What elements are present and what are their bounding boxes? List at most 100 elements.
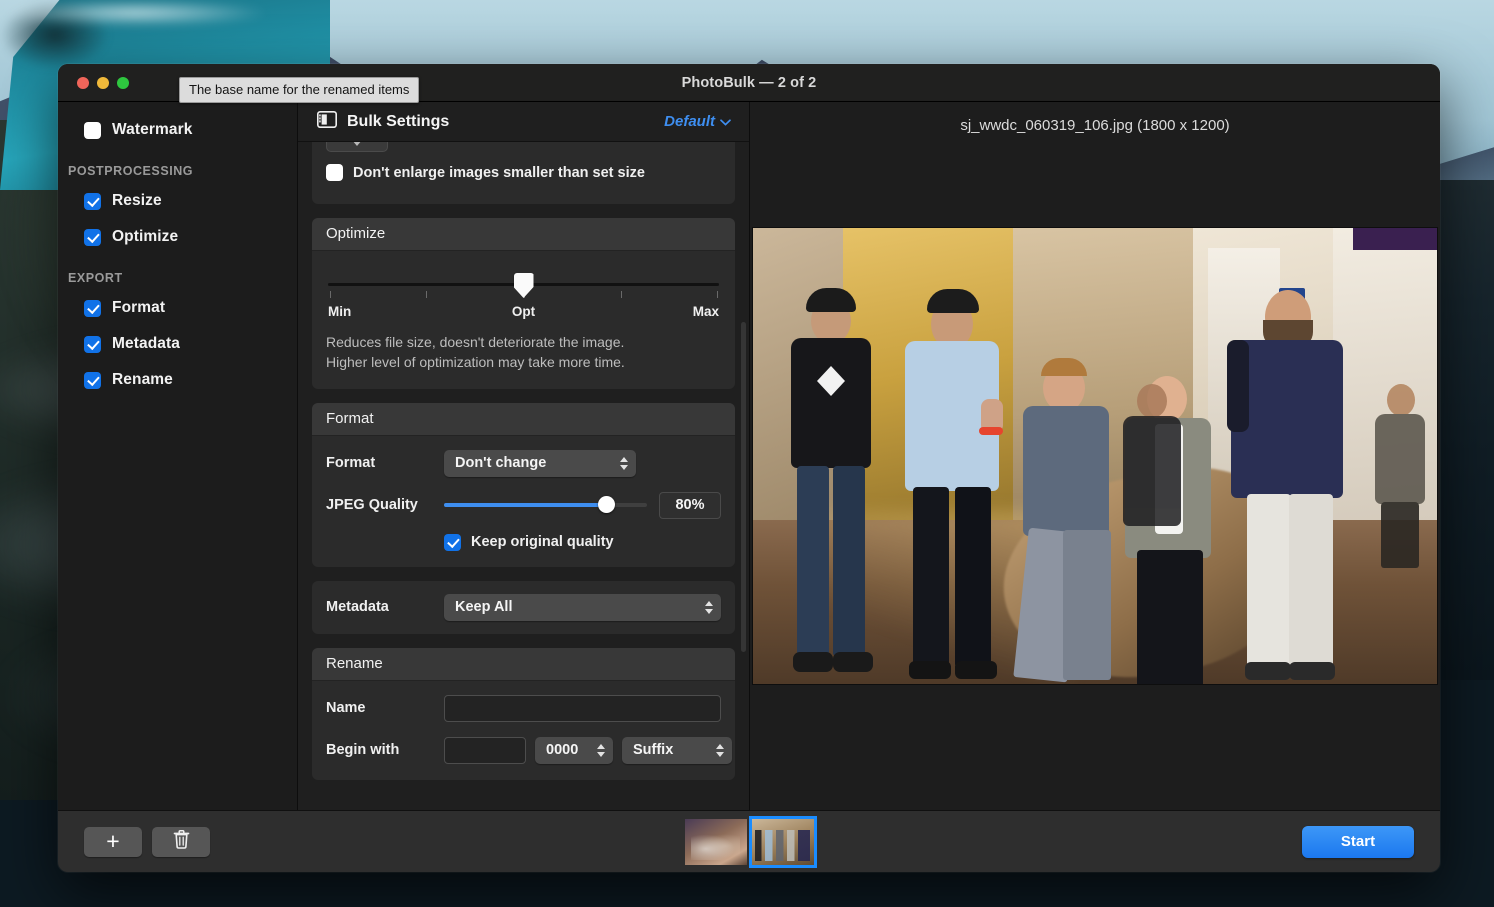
thumbnail-2[interactable]: [751, 818, 814, 865]
minimize-button[interactable]: [97, 76, 109, 89]
format-field-label: Format: [326, 455, 376, 472]
maximize-button[interactable]: [117, 76, 129, 89]
rename-name-tooltip: The base name for the renamed items: [179, 77, 420, 103]
sidebar-item-format[interactable]: Format: [58, 290, 297, 326]
preview-panel: sj_wwdc_060319_106.jpg (1800 x 1200): [750, 102, 1440, 810]
dont-enlarge-row[interactable]: Don't enlarge images smaller than set si…: [326, 164, 645, 181]
wallpaper-surf: [0, 0, 270, 26]
sidebar-item-watermark[interactable]: Watermark: [58, 112, 297, 148]
trash-icon: [173, 829, 190, 854]
jpeg-quality-row: JPEG Quality 80%: [326, 491, 721, 519]
bulk-settings-header: Bulk Settings Default: [298, 102, 749, 142]
close-button[interactable]: [77, 76, 89, 89]
rename-affix-select[interactable]: Suffix: [622, 736, 732, 764]
bulk-settings-icon: [317, 110, 337, 133]
preview-filename: sj_wwdc_060319_106.jpg (1800 x 1200): [960, 116, 1230, 134]
optimize-min-label: Min: [328, 304, 352, 319]
optimize-slider[interactable]: Min Opt Max: [328, 269, 719, 327]
metadata-select[interactable]: Keep All: [444, 593, 721, 621]
metadata-checkbox[interactable]: [84, 335, 101, 353]
preset-label: Default: [664, 113, 715, 130]
optimize-panel: Optimize Min Opt Max Reduces file size, …: [312, 218, 735, 389]
sidebar-item-rename[interactable]: Rename: [58, 362, 297, 398]
jpeg-quality-fill: [444, 503, 607, 508]
photobulk-window: PhotoBulk — 2 of 2 The base name for the…: [58, 64, 1440, 872]
watermark-checkbox[interactable]: [84, 121, 101, 139]
format-row: Format Don't change: [326, 449, 721, 477]
dont-enlarge-checkbox[interactable]: [326, 164, 343, 181]
sidebar-item-label: Watermark: [112, 121, 193, 138]
bottom-toolbar: + Start: [58, 810, 1440, 872]
metadata-panel: Metadata Keep All: [312, 580, 735, 634]
sidebar-item-label: Format: [112, 299, 166, 316]
window-controls: [58, 76, 129, 89]
optimize-panel-title: Optimize: [312, 218, 735, 251]
rename-counter-value: 0000: [546, 742, 579, 759]
jpeg-quality-label: JPEG Quality: [326, 497, 418, 514]
rename-begin-with-input[interactable]: [444, 736, 526, 764]
sidebar-group-export-header: EXPORT: [68, 271, 123, 285]
sidebar: Watermark POSTPROCESSING Resize Optimize…: [58, 102, 298, 810]
optimize-description-line-1: Reduces file size, doesn't deteriorate t…: [326, 334, 625, 350]
format-panel-title: Format: [312, 402, 735, 436]
sidebar-item-metadata[interactable]: Metadata: [58, 326, 297, 362]
jpeg-quality-slider[interactable]: [444, 496, 647, 514]
rename-counter-select[interactable]: 0000: [535, 736, 613, 764]
thumbnail-1[interactable]: [684, 818, 747, 865]
keep-original-quality-checkbox[interactable]: [444, 533, 461, 551]
sidebar-item-label: Resize: [112, 192, 162, 209]
optimize-opt-label: Opt: [511, 304, 536, 319]
rename-affix-value: Suffix: [633, 742, 674, 759]
optimize-checkbox[interactable]: [84, 228, 101, 246]
start-button[interactable]: Start: [1302, 825, 1414, 858]
bulk-settings-title: Bulk Settings: [347, 112, 450, 130]
bulk-settings-panel: Bulk Settings Default Don't enlarge imag…: [298, 102, 750, 810]
sidebar-group-postprocessing-header: POSTPROCESSING: [68, 164, 194, 178]
thumbnail-strip: [58, 811, 1440, 872]
plus-icon: +: [106, 828, 120, 854]
settings-scroll-area[interactable]: Don't enlarge images smaller than set si…: [298, 142, 749, 810]
updown-chevron-icon: [705, 594, 713, 621]
sidebar-item-label: Metadata: [112, 335, 180, 352]
sidebar-item-resize[interactable]: Resize: [58, 183, 297, 219]
rename-panel: Rename Name Begin with 0000 Suffix: [312, 647, 735, 780]
metadata-field-label: Metadata: [326, 599, 389, 616]
keep-original-quality-label: Keep original quality: [471, 534, 614, 551]
window-body: Watermark POSTPROCESSING Resize Optimize…: [58, 102, 1440, 810]
preview-stage: [750, 148, 1440, 810]
rename-name-input[interactable]: [444, 694, 721, 722]
rename-checkbox[interactable]: [84, 371, 101, 389]
rename-name-row: Name: [326, 694, 721, 722]
jpeg-quality-knob[interactable]: [597, 496, 615, 514]
sidebar-item-label: Optimize: [112, 228, 179, 245]
preset-dropdown[interactable]: Default: [664, 113, 731, 130]
resize-panel-tail: Don't enlarge images smaller than set si…: [312, 142, 735, 204]
jpeg-quality-value[interactable]: 80%: [659, 491, 721, 519]
format-checkbox[interactable]: [84, 299, 101, 317]
preview-image: [753, 228, 1437, 684]
resize-checkbox[interactable]: [84, 192, 101, 210]
add-files-button[interactable]: +: [84, 826, 142, 857]
rename-begin-with-label: Begin with: [326, 742, 400, 759]
desktop-background: PhotoBulk — 2 of 2 The base name for the…: [0, 0, 1494, 907]
sidebar-item-optimize[interactable]: Optimize: [58, 219, 297, 255]
delete-files-button[interactable]: [152, 826, 210, 857]
optimize-description-line-2: Higher level of optimization may take mo…: [326, 353, 625, 370]
dont-enlarge-label: Don't enlarge images smaller than set si…: [353, 164, 645, 181]
updown-chevron-icon: [597, 737, 605, 764]
rename-begin-with-row: Begin with 0000 Suffix: [326, 736, 732, 764]
format-select[interactable]: Don't change: [444, 449, 636, 477]
rename-panel-title: Rename: [312, 647, 735, 681]
format-panel: Format Format Don't change JPEG Quality …: [312, 402, 735, 567]
window-titlebar: PhotoBulk — 2 of 2 The base name for the…: [58, 64, 1440, 103]
format-select-value: Don't change: [455, 455, 547, 472]
keep-original-quality-row[interactable]: Keep original quality: [326, 533, 721, 551]
sidebar-item-label: Rename: [112, 371, 173, 388]
metadata-row: Metadata Keep All: [326, 593, 721, 621]
updown-chevron-icon: [716, 737, 724, 764]
settings-scrollbar[interactable]: [741, 322, 746, 652]
metadata-select-value: Keep All: [455, 599, 513, 616]
updown-chevron-icon: [620, 450, 628, 477]
chevron-down-icon: [720, 113, 731, 130]
resize-unit-dropdown[interactable]: [326, 142, 388, 152]
